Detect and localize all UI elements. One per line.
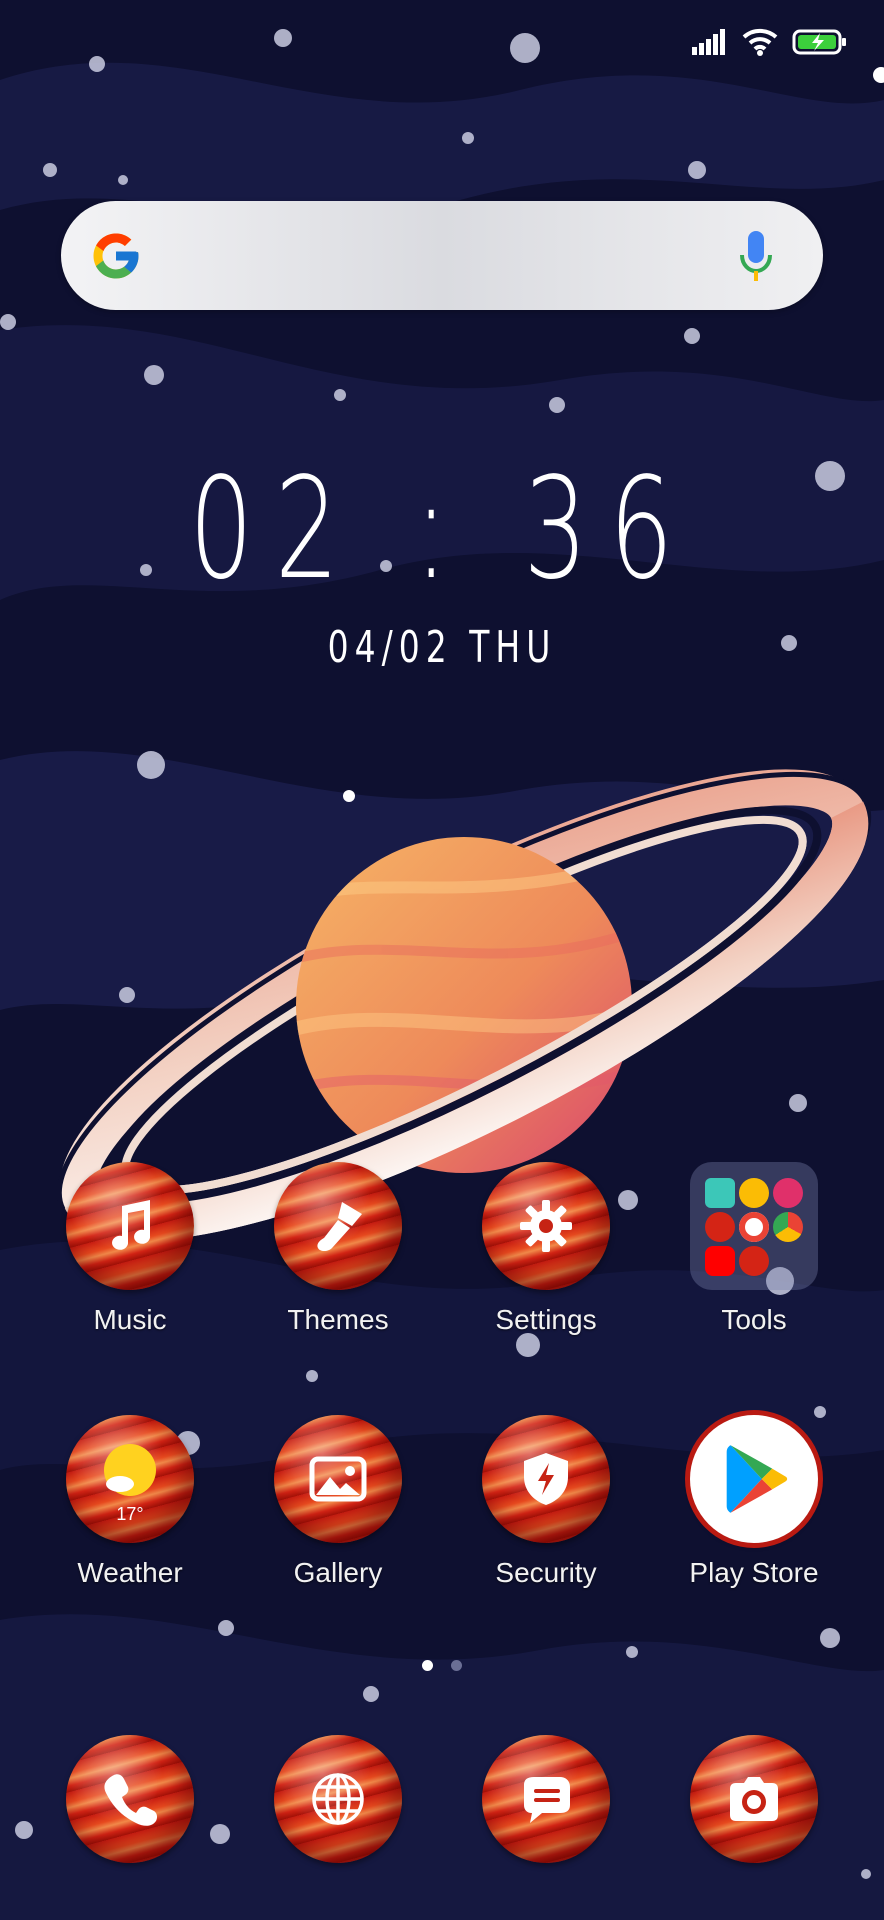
dock-browser[interactable] [263,1735,413,1863]
themes-app-icon[interactable] [274,1162,402,1290]
dock-camera[interactable] [679,1735,829,1863]
phone-app-icon[interactable] [66,1735,194,1863]
google-search-bar[interactable] [61,201,823,310]
app-label: Tools [721,1304,787,1335]
globe-icon [312,1773,364,1825]
app-label: Play Store [689,1557,819,1588]
app-settings[interactable]: Settings [471,1162,621,1336]
status-bar [692,22,848,62]
play-store-app-icon[interactable] [690,1415,818,1543]
security-app-icon[interactable] [482,1415,610,1543]
settings-app-icon[interactable] [482,1162,610,1290]
music-app-icon[interactable] [66,1162,194,1290]
app-label: Themes [287,1304,389,1335]
google-g-icon [93,233,139,279]
clock-time[interactable]: 02 : 36 [124,455,760,605]
page-dot[interactable] [451,1660,462,1671]
gear-icon [520,1200,572,1252]
camera-icon [730,1777,778,1821]
app-label: Weather [77,1557,183,1588]
app-mini-icon [739,1246,769,1276]
battery-charging-icon [792,28,848,56]
app-music[interactable]: Music [55,1162,205,1336]
gallery-app-icon[interactable] [274,1415,402,1543]
weather-temperature: 17° [116,1504,144,1524]
shield-bolt-icon [524,1453,568,1505]
signal-bars-icon [692,29,728,55]
camera-app-icon[interactable] [690,1735,818,1863]
music-note-icon [112,1200,151,1250]
app-label: Music [93,1304,167,1335]
image-icon [309,1456,367,1502]
app-mini-icon [705,1212,735,1242]
youtube-mini-icon [705,1246,735,1276]
folder-icon[interactable] [690,1162,818,1290]
scanner-mini-icon [705,1178,735,1208]
play-movies-mini-icon [773,1178,803,1208]
gmail-mini-icon [739,1212,769,1242]
weather-app-icon[interactable]: 17° [66,1415,194,1543]
browser-app-icon[interactable] [274,1735,402,1863]
wifi-icon [742,28,778,56]
messages-app-icon[interactable] [482,1735,610,1863]
page-indicator [0,1660,884,1671]
app-label: Settings [495,1304,597,1335]
sun-icon [104,1444,156,1496]
app-security[interactable]: Security [471,1415,621,1589]
chrome-mini-icon [773,1212,803,1242]
phone-icon [104,1774,158,1826]
app-play-store[interactable]: Play Store [679,1415,829,1589]
clock-date: 04/02 THU [327,622,557,673]
microphone-icon[interactable] [739,231,773,283]
app-label: Security [495,1557,597,1588]
play-store-icon [726,1445,788,1513]
page-dot-active[interactable] [422,1660,433,1671]
dock-messages[interactable] [471,1735,621,1863]
message-icon [524,1777,570,1823]
app-label: Gallery [293,1557,383,1588]
app-weather[interactable]: 17° Weather [55,1415,205,1589]
folder-tools[interactable]: Tools [679,1162,829,1336]
paintbrush-icon [317,1202,362,1251]
app-themes[interactable]: Themes [263,1162,413,1336]
dock-phone[interactable] [55,1735,205,1863]
play-games-mini-icon [739,1178,769,1208]
app-gallery[interactable]: Gallery [263,1415,413,1589]
